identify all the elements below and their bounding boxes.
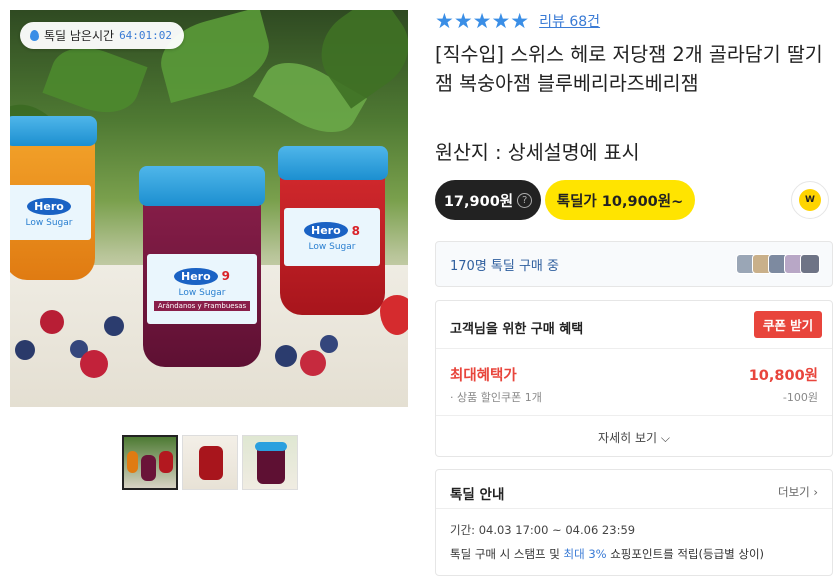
deal-period: 기간: 04.03 17:00 ~ 04.06 23:59 <box>450 523 636 537</box>
raspberry <box>300 350 326 376</box>
original-price-pill: 17,900원 ? <box>435 180 541 220</box>
jar-lid <box>278 146 388 180</box>
more-link[interactable]: 더보기 › <box>778 484 818 500</box>
kcal-number: 9 <box>221 269 230 283</box>
coupon-line: · 상품 할인쿠폰 1개 <box>450 391 542 404</box>
jar-left: Hero Low Sugar <box>10 116 97 280</box>
thumbnail-2[interactable] <box>182 435 238 490</box>
review-count-link[interactable]: 리뷰 68건 <box>539 11 600 31</box>
jar-label: Hero Low Sugar <box>10 185 91 240</box>
divider <box>436 348 832 349</box>
brand-logo: Hero <box>27 197 71 215</box>
brand-logo: Hero <box>303 222 348 239</box>
deal-guide-box: 톡딜 안내 더보기 › 기간: 04.03 17:00 ~ 04.06 23:5… <box>435 469 833 576</box>
jar-lid <box>139 166 265 206</box>
product-title: [직수입] 스위스 헤로 저당잼 2개 골라담기 딸기잼 복숭아잼 블루베리라즈… <box>435 43 823 95</box>
stamp-prefix: 톡딜 구매 시 스탬프 및 <box>450 547 560 561</box>
jar-label-text: Low Sugar <box>25 217 73 228</box>
w-icon: W <box>799 189 821 211</box>
max-benefit-price: 10,800원 <box>748 368 818 384</box>
wallet-badge[interactable]: W <box>791 181 829 219</box>
thumbnail-3[interactable] <box>242 435 298 490</box>
get-coupon-button[interactable]: 쿠폰 받기 <box>754 311 822 338</box>
divider <box>436 508 832 509</box>
blueberry <box>104 316 124 336</box>
coupon-amount: -100원 <box>782 391 818 404</box>
jar-label-text: Low Sugar <box>308 242 356 252</box>
jar-flavor-text: Arándanos y Frambuesas <box>153 300 251 311</box>
jar-label: Hero 8 Low Sugar <box>284 208 380 266</box>
kcal-number: 8 <box>351 223 360 238</box>
product-main-image[interactable]: 톡딜 남은시간 64:01:02 Hero Low Sugar Hero 8 L… <box>10 10 408 407</box>
rating-row: ★★★★★ 리뷰 68건 <box>435 9 600 33</box>
thumbnail-1[interactable] <box>122 435 178 490</box>
brand-logo: Hero <box>173 267 218 285</box>
timer-drop-icon <box>30 30 39 41</box>
see-details-button[interactable]: 자세히 보기 ⌵ <box>436 429 832 446</box>
avatar <box>800 254 820 274</box>
raspberry <box>40 310 64 334</box>
help-icon[interactable]: ? <box>517 192 533 208</box>
price-row: 17,900원 ? 톡딜가 10,900원~ W <box>435 180 833 222</box>
blueberry <box>275 345 297 367</box>
buyers-count-text: 170명 톡딜 구매 중 <box>450 258 559 274</box>
deal-price-pill[interactable]: 톡딜가 10,900원~ <box>545 180 695 220</box>
deal-timer-label: 톡딜 남은시간 <box>44 29 115 43</box>
guide-heading: 톡딜 안내 <box>450 487 505 503</box>
stamp-info: 톡딜 구매 시 스탬프 및 최대 3% 쇼핑포인트를 적립(등급별 상이) <box>450 546 764 562</box>
divider <box>436 415 832 416</box>
blueberry <box>320 335 338 353</box>
jar-right: Hero 8 Low Sugar <box>278 146 388 315</box>
deal-timer-value: 64:01:02 <box>119 29 173 42</box>
raspberry <box>80 350 108 378</box>
jar-label: Hero 9 Low Sugar Arándanos y Frambuesas <box>147 254 257 324</box>
buyers-box: 170명 톡딜 구매 중 <box>435 241 833 287</box>
jar-center: Hero 9 Low Sugar Arándanos y Frambuesas <box>139 166 265 367</box>
deal-timer-badge: 톡딜 남은시간 64:01:02 <box>20 22 185 49</box>
max-benefit-label: 최대혜택가 <box>450 368 517 384</box>
thumbnail-strip <box>122 435 298 490</box>
buyer-avatars <box>736 254 820 274</box>
star-rating-icon: ★★★★★ <box>435 9 530 33</box>
stamp-suffix: 쇼핑포인트를 적립(등급별 상이) <box>610 547 765 561</box>
origin-text: 원산지 : 상세설명에 표시 <box>435 141 640 164</box>
original-price: 17,900원 <box>443 193 514 210</box>
benefit-heading: 고객님을 위한 구매 혜택 <box>450 322 584 337</box>
jar-lid <box>10 116 97 146</box>
purchase-benefit-box: 고객님을 위한 구매 혜택 쿠폰 받기 최대혜택가 10,800원 · 상품 할… <box>435 300 833 457</box>
blueberry <box>15 340 35 360</box>
leaf-decoration <box>42 36 148 124</box>
jar-label-text: Low Sugar <box>178 287 226 298</box>
stamp-highlight: 최대 3% <box>563 547 607 561</box>
